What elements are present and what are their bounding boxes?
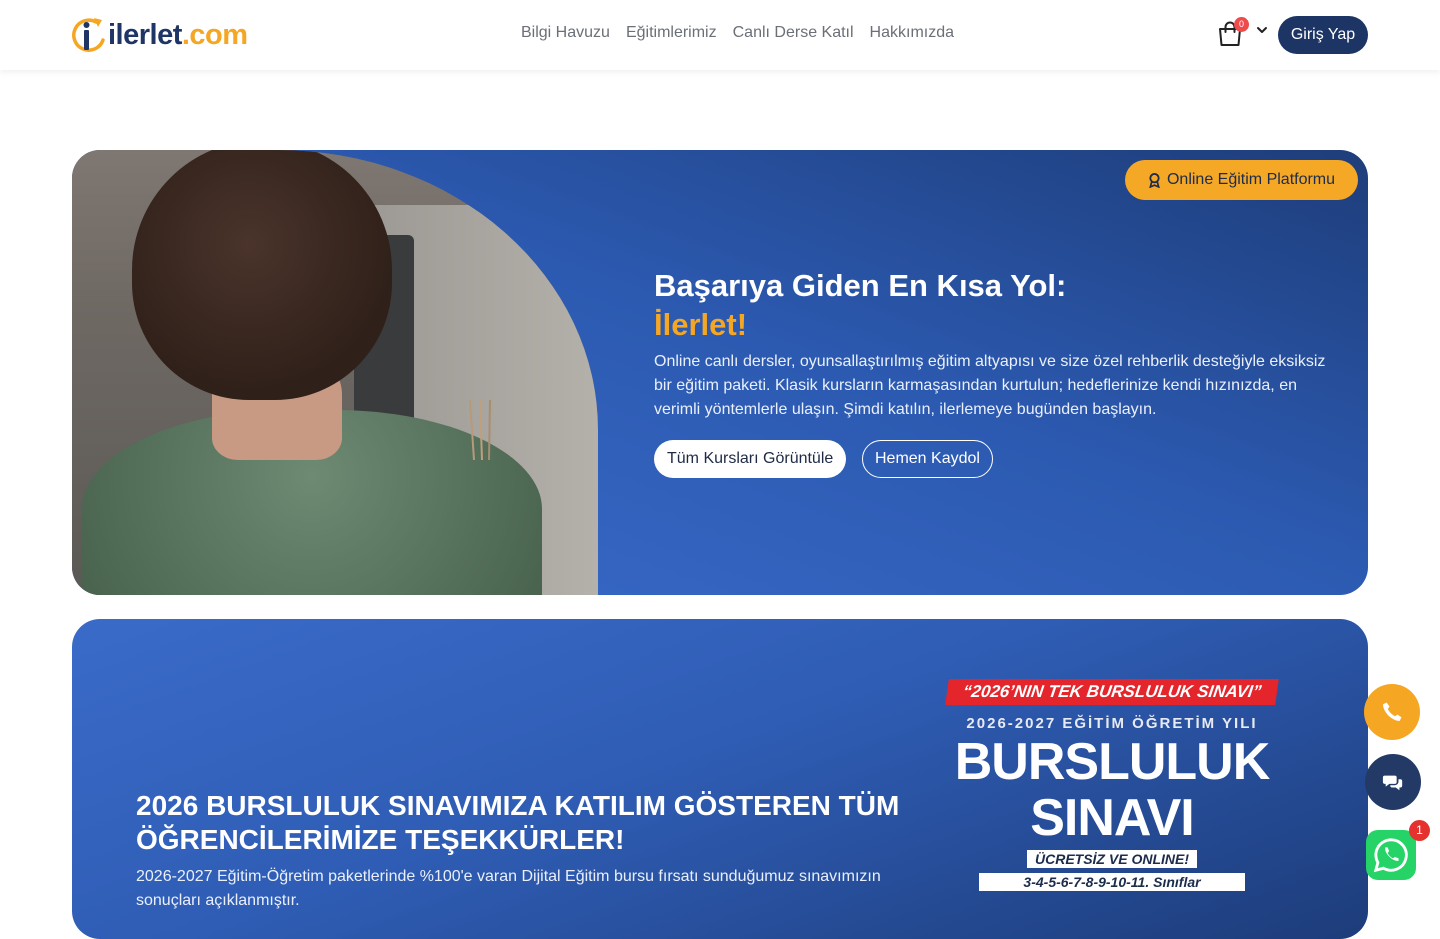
site-logo[interactable]: ilerlet.com [72, 12, 248, 58]
logo-arrow-icon [72, 18, 105, 52]
logo-main: ilerlet [108, 18, 182, 51]
nav-canli-derse-katil[interactable]: Canlı Derse Katıl [733, 24, 854, 42]
nav-egitimlerimiz[interactable]: Eğitimlerimiz [626, 24, 717, 42]
poster-classes-label: 3-4-5-6-7-8-9-10-11. Sınıflar [979, 873, 1245, 891]
award-icon [1149, 173, 1160, 188]
phone-icon [1383, 702, 1402, 721]
poster-title-line2: SINAVI [1030, 789, 1195, 847]
hero-banner: Online Eğitim Platformu Başarıya Giden E… [72, 150, 1368, 595]
platform-badge: Online Eğitim Platformu [1125, 160, 1358, 200]
photo-hair [132, 150, 392, 400]
hero-title-accent: İlerlet! [654, 307, 748, 342]
nav-hakkimizda[interactable]: Hakkımızda [870, 24, 954, 42]
scholarship-description: 2026-2027 Eğitim-Öğretim paketlerinde %1… [136, 868, 881, 909]
whatsapp-button[interactable] [1366, 830, 1416, 880]
call-button[interactable] [1364, 684, 1420, 740]
whatsapp-notification-badge: 1 [1409, 820, 1430, 841]
logo-tld: .com [181, 18, 248, 51]
hero-description: Online canlı dersler, oyunsallaştırılmış… [654, 353, 1326, 418]
poster-ribbon: “2026’NIN TEK BURSLULUK SINAVI” [945, 679, 1279, 705]
chevron-down-icon[interactable] [1255, 23, 1269, 37]
scholarship-banner: 2026 BURSLULUK SINAVIMIZA KATILIM GÖSTER… [72, 619, 1368, 939]
hero-title: Başarıya Giden En Kısa Yol: İlerlet! [654, 266, 1066, 344]
poster-title-line1: BURSLULUK [954, 733, 1271, 791]
main-nav: Bilgi Havuzu Eğitimlerimiz Canlı Derse K… [521, 24, 954, 42]
whatsapp-icon [1373, 838, 1408, 873]
nav-bilgi-havuzu[interactable]: Bilgi Havuzu [521, 24, 610, 42]
platform-badge-label: Online Eğitim Platformu [1166, 171, 1336, 188]
scholarship-title: 2026 BURSLULUK SINAVIMIZA KATILIM GÖSTER… [136, 790, 900, 855]
poster-subtitle: 2026-2027 EĞİTİM ÖĞRETİM YILI [966, 715, 1258, 732]
view-all-courses-button[interactable]: Tüm Kursları Görüntüle [654, 440, 847, 478]
logo-text: ilerlet.com [108, 19, 248, 52]
poster-free-label: ÜCRETSİZ VE ONLINE! [1026, 850, 1197, 868]
site-header: ilerlet.com Bilgi Havuzu Eğitimlerimiz C… [0, 0, 1440, 70]
hero-title-line: Başarıya Giden En Kısa Yol: [654, 268, 1067, 303]
register-now-button[interactable]: Hemen Kaydol [862, 440, 993, 478]
chat-button[interactable] [1365, 754, 1421, 810]
hero-photo [72, 150, 598, 595]
login-button[interactable]: Giriş Yap [1278, 16, 1368, 54]
cart-count-badge: 0 [1234, 17, 1249, 32]
scholarship-poster[interactable]: “2026’NIN TEK BURSLULUK SINAVI” 2026-202… [942, 679, 1282, 939]
chat-icon [1382, 775, 1403, 791]
photo-pencils [469, 400, 491, 460]
